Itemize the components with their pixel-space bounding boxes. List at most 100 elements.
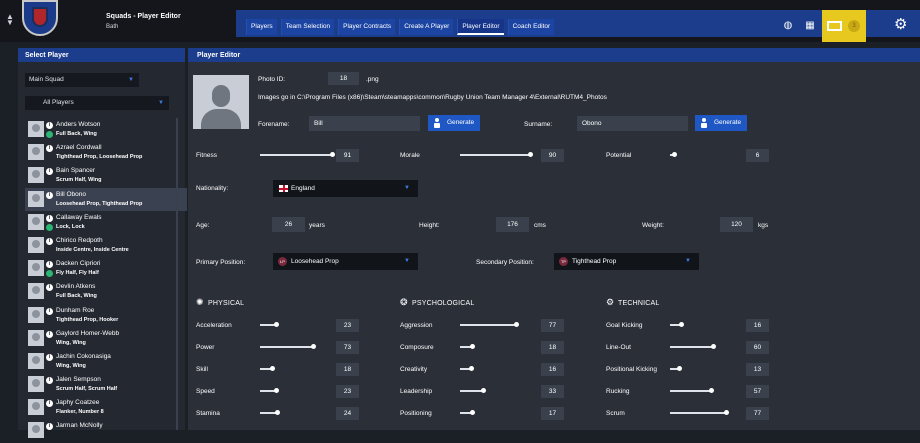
info-icon[interactable]: i [46,423,53,431]
filter-select[interactable]: All Players ▼ [25,96,169,110]
info-icon[interactable]: i [46,191,53,199]
age-field[interactable]: 26 [272,217,305,232]
speed-value[interactable]: 23 [336,385,359,398]
skill-slider-knob[interactable] [270,366,275,371]
positional-kicking-slider[interactable] [670,366,682,371]
list-item[interactable]: i Dacken Cipriori Fly Half, Fly Half [25,257,187,280]
potential-value[interactable]: 6 [746,149,769,162]
power-value[interactable]: 73 [336,341,359,354]
scrum-value[interactable]: 77 [746,407,769,420]
info-icon[interactable]: i [46,307,53,315]
stamina-slider[interactable] [260,410,280,415]
list-item[interactable]: i Japhy Coatzee Flanker, Number 8 [25,396,187,419]
skill-slider[interactable] [260,366,275,371]
info-icon[interactable]: i [46,168,53,176]
list-item[interactable]: i Chirico Redpoth Inside Centre, Inside Ce… [25,234,187,257]
composure-slider-knob[interactable] [470,344,475,349]
inbox-button[interactable]: 3 [822,10,866,42]
skill-value[interactable]: 18 [336,363,359,376]
switch-club-arrows-icon[interactable]: ▲ ▼ [5,13,15,30]
power-slider-knob[interactable] [311,344,316,349]
leadership-slider[interactable] [460,388,486,393]
goal-kicking-value[interactable]: 16 [746,319,769,332]
list-item[interactable]: i Bain Spancer Scrum Half, Wing [25,164,187,187]
info-icon[interactable]: i [46,122,53,129]
tab-player-editor[interactable]: Player Editor [457,19,504,35]
potential-slider[interactable] [670,152,677,157]
tab-team-selection[interactable]: Team Selection [280,19,335,35]
morale-slider-knob[interactable] [528,152,533,157]
line-out-slider[interactable] [670,344,716,349]
info-icon[interactable]: i [46,284,53,292]
aggression-value[interactable]: 77 [541,319,564,332]
list-item[interactable]: i Jalen Sempson Scrum Half, Scrum Half [25,373,187,396]
creativity-value[interactable]: 16 [541,363,564,376]
tab-coach-editor[interactable]: Coach Editor [507,19,555,35]
creativity-slider-knob[interactable] [469,366,474,371]
nationality-select[interactable]: England ▼ [273,180,418,197]
tab-players[interactable]: Players [246,19,277,35]
primary-position-select[interactable]: LP Loosehead Prop ▼ [273,253,418,270]
aggression-slider[interactable] [460,322,519,327]
list-item[interactable]: i Gaylord Homer-Webb Wing, Wing [25,327,187,350]
creativity-slider[interactable] [460,366,474,371]
goal-kicking-slider-knob[interactable] [679,322,684,327]
info-icon[interactable]: i [46,353,53,361]
info-icon[interactable]: i [46,237,53,245]
positional-kicking-value[interactable]: 13 [746,363,769,376]
composure-value[interactable]: 18 [541,341,564,354]
info-icon[interactable]: i [46,330,53,338]
photo-id-field[interactable]: 18 [328,72,359,85]
leadership-value[interactable]: 33 [541,385,564,398]
goal-kicking-slider[interactable] [670,322,684,327]
fitness-slider[interactable] [260,152,335,157]
acceleration-slider[interactable] [260,322,279,327]
fitness-slider-knob[interactable] [330,152,335,157]
acceleration-value[interactable]: 23 [336,319,359,332]
scrum-slider[interactable] [670,410,729,415]
fitness-value[interactable]: 91 [336,149,359,162]
potential-slider-knob[interactable] [672,152,677,157]
composure-slider[interactable] [460,344,475,349]
list-item[interactable]: i Anders Wotson Full Back, Wing [25,118,187,141]
positioning-slider[interactable] [460,410,475,415]
info-icon[interactable]: i [46,261,53,269]
rucking-value[interactable]: 57 [746,385,769,398]
info-icon[interactable]: i [46,214,53,222]
scrum-slider-knob[interactable] [724,410,729,415]
generate-forename-button[interactable]: Generate [428,115,480,131]
leadership-slider-knob[interactable] [481,388,486,393]
stamina-slider-knob[interactable] [275,410,280,415]
player-list-scrollbar[interactable] [176,118,178,430]
stamina-value[interactable]: 24 [336,407,359,420]
acceleration-slider-knob[interactable] [274,322,279,327]
gear-icon[interactable]: ⚙ [894,15,907,33]
line-out-slider-knob[interactable] [711,344,716,349]
list-item[interactable]: i Jachin Cokonasiga Wing, Wing [25,350,187,373]
list-item-selected[interactable]: i Bill Obono Loosehead Prop, Tighthead Pro… [25,187,187,211]
speed-slider[interactable] [260,388,279,393]
surname-field[interactable]: Obono [577,116,688,131]
positioning-value[interactable]: 17 [541,407,564,420]
list-item[interactable]: i Jarman McNolly [25,419,187,442]
calendar-icon[interactable]: ▦ [803,19,817,33]
generate-surname-button[interactable]: Generate [695,115,747,131]
morale-value[interactable]: 90 [541,149,564,162]
list-item[interactable]: i Devlin Atkens Full Back, Wing [25,280,187,303]
speed-slider-knob[interactable] [274,388,279,393]
line-out-value[interactable]: 60 [746,341,769,354]
tab-player-contracts[interactable]: Player Contracts [338,19,396,35]
rucking-slider[interactable] [670,388,714,393]
power-slider[interactable] [260,344,316,349]
aggression-slider-knob[interactable] [514,322,519,327]
rucking-slider-knob[interactable] [709,388,714,393]
morale-slider[interactable] [460,152,533,157]
height-field[interactable]: 176 [496,217,529,232]
squad-select[interactable]: Main Squad ▼ [25,73,139,87]
secondary-position-select[interactable]: TP Tighthead Prop ▼ [554,253,699,270]
list-item[interactable]: i Azrael Cordwall Tighthead Prop, Loosehea… [25,141,187,164]
weight-field[interactable]: 120 [720,217,753,232]
positioning-slider-knob[interactable] [470,410,475,415]
info-icon[interactable]: i [46,377,53,385]
positional-kicking-slider-knob[interactable] [677,366,682,371]
